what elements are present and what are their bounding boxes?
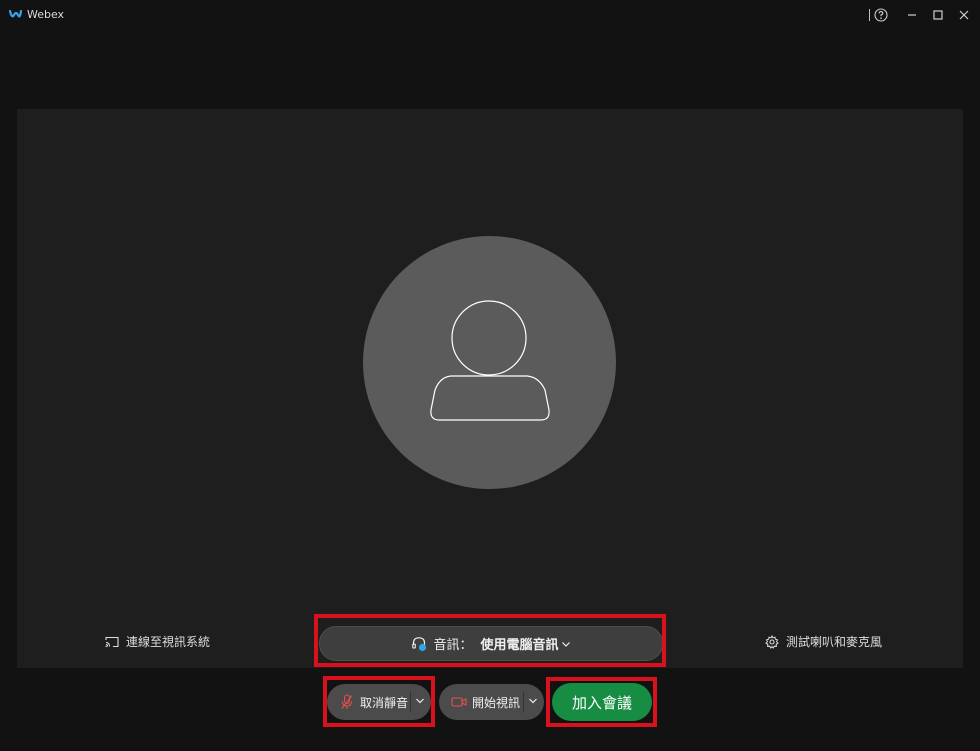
test-speaker-mic-label: 測試喇叭和麥克風 bbox=[786, 635, 883, 649]
minimize-icon bbox=[908, 14, 916, 16]
start-video-label: 開始視訊 bbox=[472, 695, 521, 710]
start-video-button[interactable]: 開始視訊 bbox=[439, 684, 544, 720]
avatar bbox=[363, 236, 616, 489]
highlight-box-join bbox=[546, 677, 657, 727]
window-title: Webex bbox=[27, 8, 65, 21]
titlebar-separator bbox=[869, 9, 870, 21]
cast-icon bbox=[105, 636, 119, 647]
connect-video-system-label: 連線至視訊系統 bbox=[126, 635, 211, 649]
video-divider bbox=[523, 692, 524, 712]
connect-video-system-link[interactable]: 連線至視訊系統 bbox=[105, 633, 210, 650]
maximize-button[interactable] bbox=[931, 6, 945, 24]
gear-icon bbox=[765, 634, 779, 649]
webex-logo-icon bbox=[9, 10, 22, 18]
video-preview: 連線至視訊系統 音訊： 使用電腦音訊 測試喇叭和麥克風 bbox=[17, 109, 963, 668]
title-bar: Webex bbox=[0, 0, 980, 32]
close-button[interactable] bbox=[957, 6, 971, 24]
help-button[interactable] bbox=[873, 6, 889, 24]
user-avatar-icon bbox=[430, 300, 550, 421]
highlight-box-audio bbox=[314, 614, 666, 667]
close-icon bbox=[959, 10, 969, 20]
minimize-button[interactable] bbox=[905, 6, 919, 24]
highlight-box-unmute bbox=[323, 676, 435, 727]
help-icon bbox=[874, 8, 888, 22]
chevron-down-icon[interactable] bbox=[528, 695, 538, 707]
test-speaker-mic-link[interactable]: 測試喇叭和麥克風 bbox=[765, 633, 882, 650]
camera-off-icon bbox=[451, 697, 467, 707]
maximize-icon bbox=[933, 10, 943, 20]
